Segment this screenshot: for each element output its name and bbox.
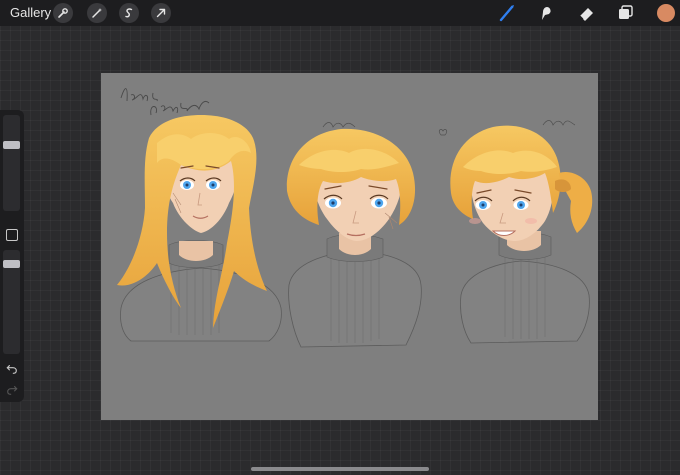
gallery-button[interactable]: Gallery [10, 5, 51, 20]
heart-doodle [438, 129, 448, 136]
modify-button[interactable] [6, 229, 18, 241]
character-normal [286, 128, 422, 348]
redo-icon [7, 386, 18, 395]
layers-button[interactable] [616, 3, 636, 23]
undo-icon [6, 365, 17, 374]
scribble-name-1 [120, 88, 158, 102]
color-swatch-button[interactable] [657, 4, 675, 22]
character-ponytail [450, 125, 593, 344]
character-long-hair [117, 115, 282, 342]
brush-size-slider[interactable] [3, 115, 20, 211]
opacity-thumb[interactable] [3, 259, 20, 268]
eraser-button[interactable] [577, 3, 597, 23]
scribble-label-3 [542, 120, 576, 126]
wrench-icon [58, 8, 68, 18]
brush-icon [499, 5, 514, 22]
top-toolbar: Gallery [0, 0, 680, 26]
scribble-name-2 [150, 100, 210, 116]
transform-arrow-icon [156, 8, 166, 18]
brush-size-thumb[interactable] [3, 141, 20, 150]
magic-wand-icon [92, 8, 102, 18]
selection-icon [125, 8, 133, 18]
transform-button[interactable] [151, 3, 171, 23]
character-sketch-artwork [117, 88, 593, 348]
smudge-icon [542, 7, 551, 20]
eraser-icon [579, 8, 593, 21]
adjustments-button[interactable] [87, 3, 107, 23]
left-sidebar [0, 110, 24, 402]
undo-button[interactable] [5, 362, 19, 376]
redo-button[interactable] [5, 383, 19, 397]
home-indicator[interactable] [251, 467, 429, 471]
drawing-canvas[interactable] [101, 73, 598, 420]
actions-button[interactable] [53, 3, 73, 23]
layers-icon [619, 5, 633, 19]
smudge-button[interactable] [536, 3, 556, 23]
brush-button[interactable] [497, 3, 517, 23]
scribble-label-2 [322, 122, 356, 128]
selection-button[interactable] [119, 3, 139, 23]
